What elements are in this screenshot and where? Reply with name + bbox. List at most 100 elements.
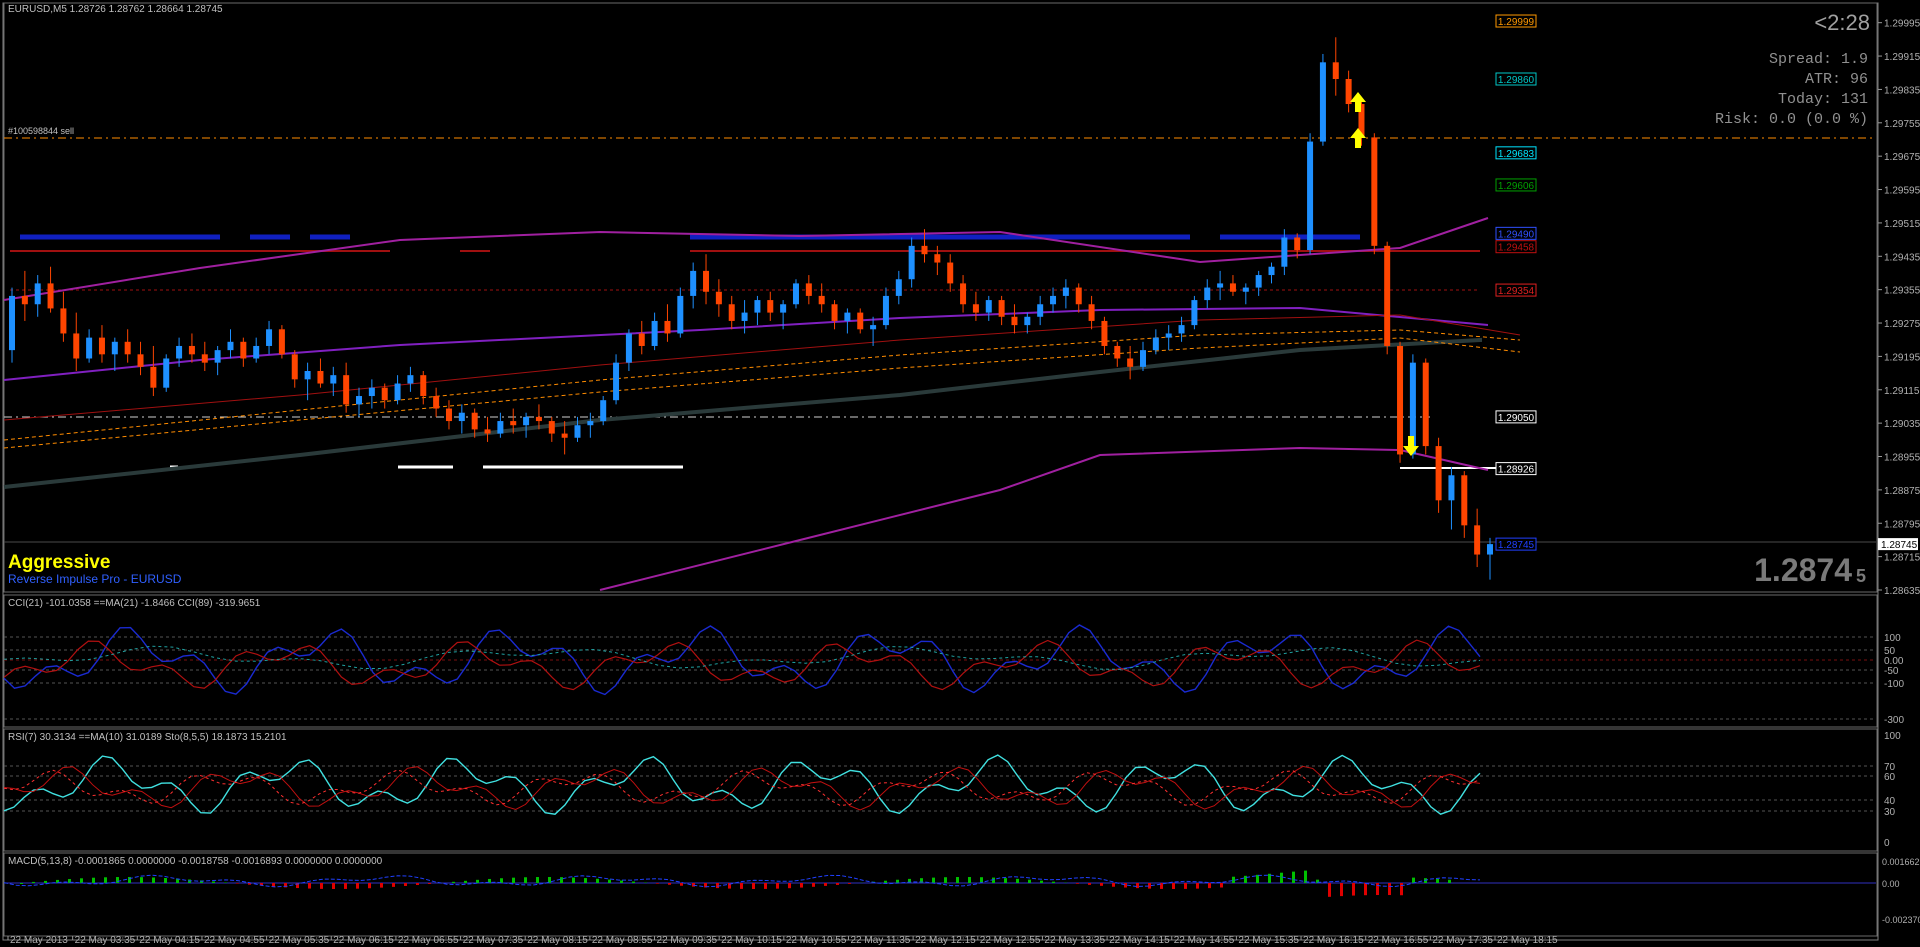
mt4-chart-window[interactable]: 1.29995 1.29915 1.29835 1.29755 1.29675 1.295…	[0, 0, 1920, 947]
macd-bar	[776, 883, 779, 889]
candle-body	[330, 375, 337, 384]
candle-body	[651, 320, 658, 346]
time-axis-label: 22 May 12:15	[915, 935, 976, 946]
symbol-info: EURUSD,M5 1.28726 1.28762 1.28664 1.2874…	[8, 4, 223, 15]
candle-body	[780, 304, 787, 313]
macd-bar	[800, 883, 803, 888]
macd-bar	[368, 883, 371, 889]
macd-bar	[812, 883, 815, 887]
macd-bar	[236, 883, 239, 884]
macd-bar	[476, 879, 479, 883]
macd-bar	[44, 880, 47, 883]
candle-body	[381, 387, 388, 401]
level-tag-text: 1.29490	[1498, 229, 1535, 240]
macd-bar	[392, 883, 395, 887]
macd-bar	[1376, 883, 1379, 896]
candle-body	[1345, 79, 1352, 105]
candle-body	[458, 412, 465, 422]
candle-body	[253, 345, 260, 359]
level-tag-text: 1.29354	[1498, 286, 1535, 297]
candle-body	[86, 337, 93, 359]
candle-body	[304, 371, 311, 380]
macd-bar	[308, 883, 311, 889]
cci-axis-label: -50	[1884, 666, 1899, 677]
level-tag-text: 1.29050	[1498, 413, 1535, 424]
candle-body	[844, 312, 851, 321]
macd-bar	[944, 877, 947, 883]
candle-body	[240, 341, 247, 359]
macd-bar	[1028, 879, 1031, 883]
candle-body	[433, 396, 440, 409]
candle-body	[792, 283, 799, 305]
signal-system: Reverse Impulse Pro - EURUSD	[8, 572, 182, 586]
time-axis-label: 22 May 11:35	[850, 935, 910, 946]
macd-bar	[1172, 883, 1175, 889]
macd-axis-label: 0.00	[1882, 879, 1900, 889]
chart-canvas[interactable]: 1.29995 1.29915 1.29835 1.29755 1.29675 1.295…	[0, 0, 1920, 947]
macd-bar	[104, 877, 107, 883]
candle-body	[882, 295, 889, 326]
macd-bar	[1100, 883, 1103, 886]
candle-body	[484, 429, 491, 434]
candle-body	[600, 400, 607, 422]
candle-body	[1474, 525, 1481, 555]
today-stat: Today: 131	[1777, 91, 1868, 108]
candle-body	[613, 362, 620, 401]
candle-body	[870, 325, 877, 330]
candle-body	[1139, 350, 1146, 367]
price-axis-label: 1.29595	[1884, 186, 1920, 197]
time-axis-label: 22 May 10:55	[786, 935, 847, 946]
candle-body	[1461, 475, 1468, 526]
candle-body	[420, 375, 427, 397]
candle-body	[574, 425, 581, 438]
macd-bar	[140, 877, 143, 883]
macd-bar	[1088, 883, 1091, 885]
macd-bar	[92, 877, 95, 883]
price-axis-label: 1.28875	[1884, 486, 1920, 497]
candle-body	[1448, 475, 1455, 501]
macd-bar	[620, 880, 623, 883]
time-axis-label: 22 May 10:15	[721, 935, 782, 946]
candle-body	[895, 279, 902, 296]
macd-bar	[152, 877, 155, 883]
candle-body	[60, 308, 67, 334]
window-frame	[2, 2, 1879, 941]
candle-body	[1101, 320, 1108, 346]
macd-bar	[1112, 883, 1115, 887]
candle-body	[9, 295, 15, 351]
macd-bar	[1040, 880, 1043, 883]
candle-body	[728, 304, 735, 321]
candle-body	[523, 416, 530, 426]
time-axis-label: 22 May 2013	[10, 935, 68, 946]
macd-bar	[656, 883, 659, 884]
macd-info: MACD(5,13,8) -0.0001865 0.0000000 -0.001…	[8, 856, 383, 867]
rsi-axis-label: 40	[1884, 796, 1896, 807]
level-tag-text: 1.28745	[1498, 540, 1535, 551]
candle-body	[908, 245, 915, 280]
level-tag-text: 1.29458	[1498, 243, 1535, 254]
macd-bar	[164, 878, 167, 883]
candle-body	[137, 354, 144, 367]
candle-body	[741, 312, 748, 321]
time-axis-label: 22 May 17:35	[1432, 935, 1493, 946]
macd-bar	[380, 883, 383, 888]
candle-body	[98, 337, 105, 355]
candle-body	[368, 387, 375, 397]
level-tag: 1.29354	[1495, 283, 1537, 297]
level-tag: 1.29606	[1495, 178, 1537, 192]
macd-bar	[1412, 877, 1415, 883]
candle-body	[1062, 287, 1069, 296]
candle-body	[1217, 283, 1224, 288]
macd-bar	[740, 883, 743, 889]
rsi-axis-label: 60	[1884, 772, 1896, 783]
candle-body	[985, 300, 992, 313]
candle-body	[1037, 304, 1044, 317]
macd-bar	[632, 881, 635, 883]
time-axis-label: 22 May 06:55	[398, 935, 459, 946]
macd-bar	[332, 883, 335, 889]
macd-bar	[764, 883, 767, 889]
candle-body	[227, 341, 234, 351]
candle-body	[715, 291, 722, 305]
macd-bar	[896, 879, 899, 883]
macd-bar	[572, 877, 575, 883]
